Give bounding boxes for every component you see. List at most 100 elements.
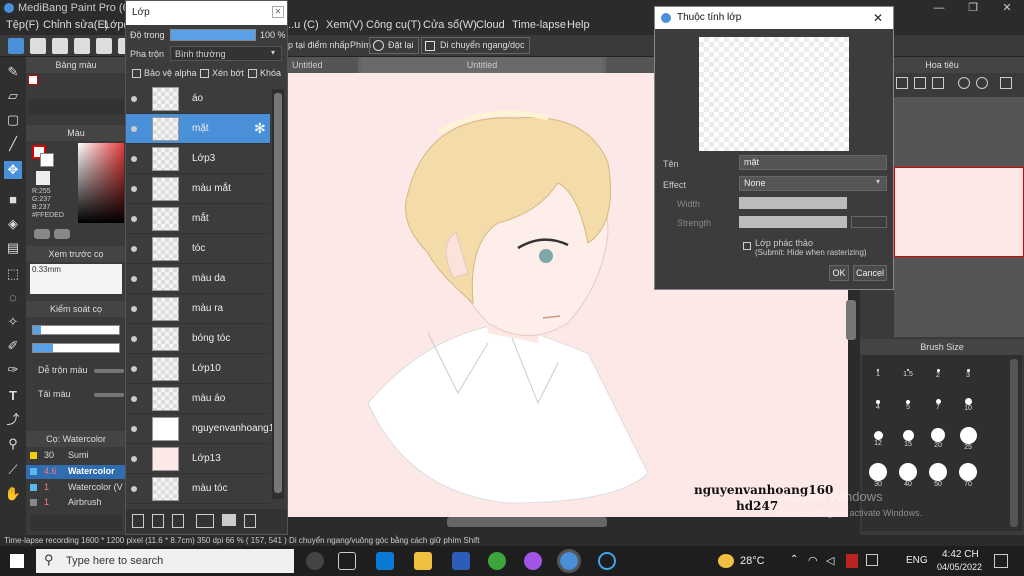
eye-icon[interactable] [131,486,137,492]
text-icon[interactable]: T [4,387,22,405]
move-tool-icon[interactable]: ✥ [4,161,22,179]
brush-size-slider[interactable] [32,325,120,335]
eye-icon[interactable] [131,216,137,222]
new-layer-1bit-icon[interactable] [172,514,184,528]
width-slider[interactable] [739,197,847,209]
eraser-icon[interactable]: ▱ [4,87,22,105]
eye-icon[interactable] [131,96,137,102]
messenger-icon[interactable] [524,552,542,570]
eye-icon[interactable] [131,456,137,462]
transparent-swatch[interactable] [36,171,50,185]
new-layer-8bit-icon[interactable] [152,514,164,528]
rect-icon[interactable]: ▢ [4,111,22,129]
opacity-slider[interactable] [32,343,120,353]
notifications-icon[interactable] [994,554,1008,568]
protect-alpha-checkbox[interactable] [132,69,141,78]
layer-panel-close-icon[interactable]: ✕ [272,6,284,18]
brush-size-1[interactable]: 1 [868,361,888,389]
eye-icon[interactable] [131,426,137,432]
layer-row[interactable]: tóc [126,234,270,264]
app-icon-2[interactable] [598,552,616,570]
layer-row[interactable]: màu ra [126,294,270,324]
antivirus-icon[interactable] [846,554,858,568]
palette-swatch[interactable] [28,75,38,85]
brush-size-50[interactable]: 50 [928,463,948,491]
clip-checkbox[interactable] [200,69,209,78]
strength-slider[interactable] [739,216,847,228]
cloud-icon[interactable] [8,38,24,54]
clock-time[interactable]: 4:42 CH [942,549,979,560]
menu-cloud[interactable]: Cloud [476,19,505,31]
select-icon[interactable]: ⬚ [4,265,22,283]
layer-row[interactable]: màu mắt [126,174,270,204]
chat-icon[interactable] [74,38,90,54]
layer-menu-icon[interactable] [196,514,214,528]
layer-row[interactable]: mắt [126,204,270,234]
minimize-icon[interactable]: — [922,0,956,17]
bucket-icon[interactable]: ◈ [4,215,22,233]
chevron-up-icon[interactable]: ⌃ [790,554,798,565]
brush-item[interactable]: 1 Airbrush [26,497,126,509]
brush-item-selected[interactable]: 4.6 Watercolor [26,465,126,479]
comment-icon[interactable] [52,38,68,54]
brush-size-30[interactable]: 30 [868,463,888,491]
menu-file[interactable]: Tệp(F) [6,19,39,31]
menu-select[interactable]: ...u (C) [285,19,319,31]
eye-icon[interactable] [131,396,137,402]
effect-select[interactable]: None ▾ [739,176,887,191]
navigator-view[interactable] [894,97,1024,337]
brush-icon[interactable]: ✎ [4,63,22,81]
rotate-left-icon[interactable] [958,77,970,89]
eye-icon[interactable] [131,156,137,162]
horizontal-scrollbar[interactable] [447,517,607,527]
task-view-icon[interactable] [338,552,356,570]
dialog-close-icon[interactable]: ✕ [873,7,883,29]
brush-item[interactable]: 1 Watercolor (V [26,481,126,495]
brush-size-2[interactable]: 2 [928,361,948,389]
language-indicator[interactable]: ENG [906,555,928,566]
brush-size-4[interactable]: 4 [868,393,888,421]
menu-window[interactable]: Cửa sổ(W) [423,19,477,31]
blend-mode-select[interactable]: Bình thường ▾ [170,46,282,61]
color-mode-button-2[interactable] [54,229,70,239]
layer-row[interactable]: áo [126,84,270,114]
word-icon[interactable] [452,552,470,570]
layer-row[interactable]: nguyenvanhoang16 [126,414,280,444]
brush-size-20[interactable]: 20 [928,427,948,455]
flip-icon[interactable] [1000,77,1012,89]
layer-row[interactable]: Lớp3 [126,144,270,174]
menu-edit[interactable]: Chỉnh sửa(E) [43,19,108,31]
clock-date[interactable]: 04/05/2022 [937,562,982,572]
cortana-icon[interactable] [306,552,324,570]
doc-tab[interactable]: Untitled [288,57,358,73]
brush-size-12[interactable]: 12 [868,427,888,455]
layer-row-selected[interactable]: mặt ✻ [126,114,270,144]
gear-icon[interactable]: ✻ [254,120,266,137]
fill-rect-icon[interactable]: ■ [4,191,22,209]
store-icon[interactable] [376,552,394,570]
wifi-icon[interactable]: ◠ [808,554,818,567]
taskbar-search[interactable]: ⚲ Type here to search [36,549,294,573]
color-picker[interactable] [78,143,124,223]
eye-icon[interactable] [131,336,137,342]
layer-scrollbar[interactable] [272,89,284,499]
paint-slider[interactable] [94,393,124,397]
keyboard-icon[interactable] [866,554,878,566]
operation-icon[interactable]: ⤴ [4,411,22,429]
new-layer-icon[interactable] [132,514,144,528]
color-mode-button[interactable] [34,229,50,239]
zoom-in-icon[interactable] [896,77,908,89]
eye-icon[interactable] [131,246,137,252]
brush-size-scrollbar[interactable] [1010,359,1018,527]
eye-icon[interactable] [131,126,137,132]
brush-size-70[interactable]: 70 [958,463,978,491]
menu-view[interactable]: Xem(V) [326,19,363,31]
layer-row[interactable]: bóng tóc [126,324,270,354]
select-pen-icon[interactable]: ✐ [4,337,22,355]
brush-size-5[interactable]: 5 [898,393,918,421]
bg-color-swatch[interactable] [40,153,54,167]
eye-icon[interactable] [131,276,137,282]
folder-icon[interactable] [222,514,236,526]
dropper-icon[interactable]: ⚲ [4,435,22,453]
brush-size-7[interactable]: 7 [928,393,948,421]
